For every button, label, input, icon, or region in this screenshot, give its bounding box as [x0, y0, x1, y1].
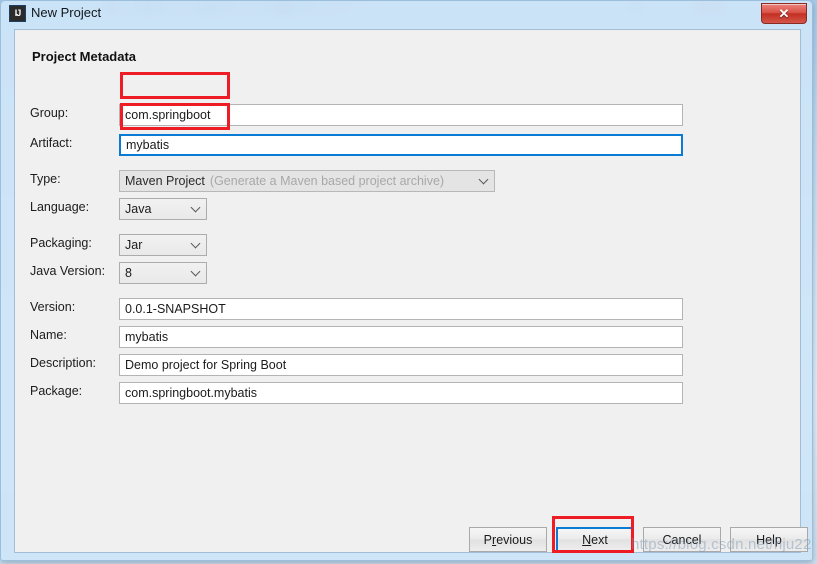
chevron-down-icon	[190, 238, 201, 249]
artifact-input[interactable]: mybatis	[119, 134, 683, 156]
package-input[interactable]: com.springboot.mybatis	[119, 382, 683, 404]
packaging-select[interactable]: Jar	[119, 234, 207, 256]
close-icon: ✕	[778, 6, 790, 21]
chevron-down-icon	[478, 174, 489, 185]
language-select-value: Java	[125, 202, 152, 216]
new-project-dialog: IJ New Project ✕ Project Metadata Group:…	[0, 0, 813, 561]
group-input[interactable]: com.springboot	[119, 104, 683, 126]
label-packaging: Packaging:	[30, 236, 92, 250]
label-type: Type:	[30, 172, 61, 186]
close-button[interactable]: ✕	[761, 3, 807, 24]
type-select-value: Maven Project	[125, 174, 205, 188]
label-java-version: Java Version:	[30, 264, 106, 278]
type-select[interactable]: Maven Project (Generate a Maven based pr…	[119, 170, 495, 192]
previous-button[interactable]: Pr evious	[469, 527, 547, 552]
intellij-idea-icon: IJ	[9, 5, 26, 22]
java-version-select-value: 8	[125, 266, 132, 280]
dialog-title-bar: IJ New Project ✕	[1, 1, 812, 28]
label-group: Group:	[30, 106, 69, 120]
label-description: Description:	[30, 356, 96, 370]
help-button[interactable]: Help	[730, 527, 808, 552]
label-package: Package:	[30, 384, 83, 398]
dialog-title: New Project	[31, 5, 102, 20]
label-artifact: Artifact:	[30, 136, 73, 150]
cancel-button[interactable]: Cancel	[643, 527, 721, 552]
next-button-mnemonic: N	[582, 532, 592, 547]
label-version: Version:	[30, 300, 76, 314]
language-select[interactable]: Java	[119, 198, 207, 220]
previous-button-label-post: evious	[496, 532, 533, 547]
next-button[interactable]: Next	[556, 527, 634, 552]
app-icon-text: IJ	[14, 8, 21, 18]
next-button-label-post: ext	[591, 532, 608, 547]
description-input[interactable]: Demo project for Spring Boot	[119, 354, 683, 376]
chevron-down-icon	[190, 202, 201, 213]
dialog-content-panel: Project Metadata Group: com.springboot A…	[14, 29, 808, 553]
previous-button-label-pre: P	[483, 532, 493, 547]
java-version-select[interactable]: 8	[119, 262, 207, 284]
label-language: Language:	[30, 200, 90, 214]
version-input[interactable]: 0.0.1-SNAPSHOT	[119, 298, 683, 320]
chevron-down-icon	[190, 266, 201, 277]
packaging-select-value: Jar	[125, 238, 143, 252]
label-name: Name:	[30, 328, 67, 342]
type-select-hint: (Generate a Maven based project archive)	[209, 174, 445, 188]
section-title: Project Metadata	[32, 49, 137, 64]
name-input[interactable]: mybatis	[119, 326, 683, 348]
